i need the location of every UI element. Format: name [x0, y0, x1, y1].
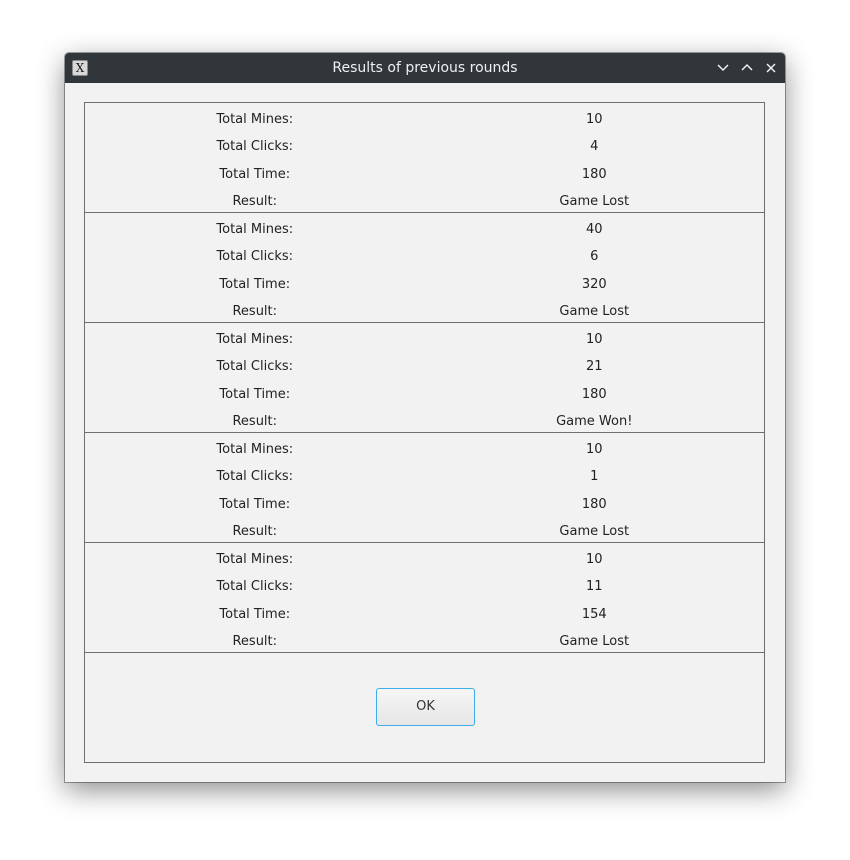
mines-row: Total Mines: 10 [85, 106, 764, 133]
clicks-row: Total Clicks: 1 [85, 463, 764, 490]
clicks-row: Total Clicks: 21 [85, 353, 764, 380]
clicks-value: 4 [590, 139, 599, 155]
close-icon [766, 63, 776, 73]
mines-row: Total Mines: 10 [85, 326, 764, 353]
result-label: Result: [232, 304, 278, 320]
time-value: 180 [581, 386, 607, 402]
round-2: Total Mines: 40 Total Clicks: 6 Total Time… [85, 213, 764, 323]
result-value: Game Lost [559, 194, 630, 210]
mines-row: Total Mines: 40 [85, 216, 764, 243]
mines-value: 10 [585, 112, 603, 128]
time-value: 180 [581, 166, 607, 182]
mines-row: Total Mines: 10 [85, 546, 764, 573]
clicks-value: 11 [585, 579, 603, 595]
mines-value: 10 [585, 552, 603, 568]
mines-label: Total Mines: [216, 442, 294, 458]
round-5: Total Mines: 10 Total Clicks: 11 Total Tim… [85, 543, 764, 653]
time-row: Total Time: 180 [85, 491, 764, 518]
clicks-label: Total Clicks: [216, 469, 294, 485]
ok-button[interactable]: OK [376, 688, 475, 726]
clicks-label: Total Clicks: [216, 249, 294, 265]
results-panel: Total Mines: 10 Total Clicks: 4 Total Time… [84, 102, 765, 763]
time-label: Total Time: [219, 496, 291, 512]
mines-value: 10 [585, 332, 603, 348]
results-dialog: X Results of previous rounds Total Mines… [65, 53, 785, 782]
clicks-row: Total Clicks: 11 [85, 573, 764, 600]
clicks-row: Total Clicks: 4 [85, 133, 764, 160]
result-value: Game Lost [559, 634, 630, 650]
result-row: Result: Game Lost [85, 518, 764, 545]
time-value: 320 [581, 276, 607, 292]
result-row: Result: Game Lost [85, 188, 764, 215]
time-label: Total Time: [219, 166, 291, 182]
clicks-label: Total Clicks: [216, 359, 294, 375]
mines-label: Total Mines: [216, 332, 294, 348]
time-value: 154 [581, 606, 607, 622]
time-row: Total Time: 320 [85, 271, 764, 298]
chevron-down-icon [717, 64, 729, 72]
round-4: Total Mines: 10 Total Clicks: 1 Total Time… [85, 433, 764, 543]
window-title: Results of previous rounds [332, 60, 518, 76]
time-row: Total Time: 154 [85, 601, 764, 628]
result-label: Result: [232, 524, 278, 540]
clicks-value: 21 [585, 359, 603, 375]
result-value: Game Lost [559, 304, 630, 320]
time-row: Total Time: 180 [85, 381, 764, 408]
result-label: Result: [232, 414, 278, 430]
time-label: Total Time: [219, 606, 291, 622]
round-1: Total Mines: 10 Total Clicks: 4 Total Time… [85, 103, 764, 213]
mines-label: Total Mines: [216, 112, 294, 128]
result-row: Result: Game Won! [85, 408, 764, 435]
clicks-row: Total Clicks: 6 [85, 243, 764, 270]
time-row: Total Time: 180 [85, 161, 764, 188]
result-label: Result: [232, 634, 278, 650]
mines-value: 10 [585, 442, 603, 458]
result-label: Result: [232, 194, 278, 210]
mines-label: Total Mines: [216, 552, 294, 568]
title-bar[interactable]: X Results of previous rounds [65, 53, 785, 83]
mines-label: Total Mines: [216, 222, 294, 238]
minimize-button[interactable] [714, 59, 732, 77]
result-row: Result: Game Lost [85, 298, 764, 325]
round-3: Total Mines: 10 Total Clicks: 21 Total Tim… [85, 323, 764, 433]
mines-row: Total Mines: 10 [85, 436, 764, 463]
mines-value: 40 [585, 222, 603, 238]
result-value: Game Lost [559, 524, 630, 540]
time-label: Total Time: [219, 276, 291, 292]
clicks-value: 1 [590, 469, 599, 485]
close-button[interactable] [762, 59, 780, 77]
time-label: Total Time: [219, 386, 291, 402]
clicks-label: Total Clicks: [216, 579, 294, 595]
maximize-button[interactable] [738, 59, 756, 77]
result-row: Result: Game Lost [85, 628, 764, 655]
clicks-value: 6 [590, 249, 599, 265]
time-value: 180 [581, 496, 607, 512]
result-value: Game Won! [556, 414, 633, 430]
chevron-up-icon [741, 63, 753, 71]
clicks-label: Total Clicks: [216, 139, 294, 155]
